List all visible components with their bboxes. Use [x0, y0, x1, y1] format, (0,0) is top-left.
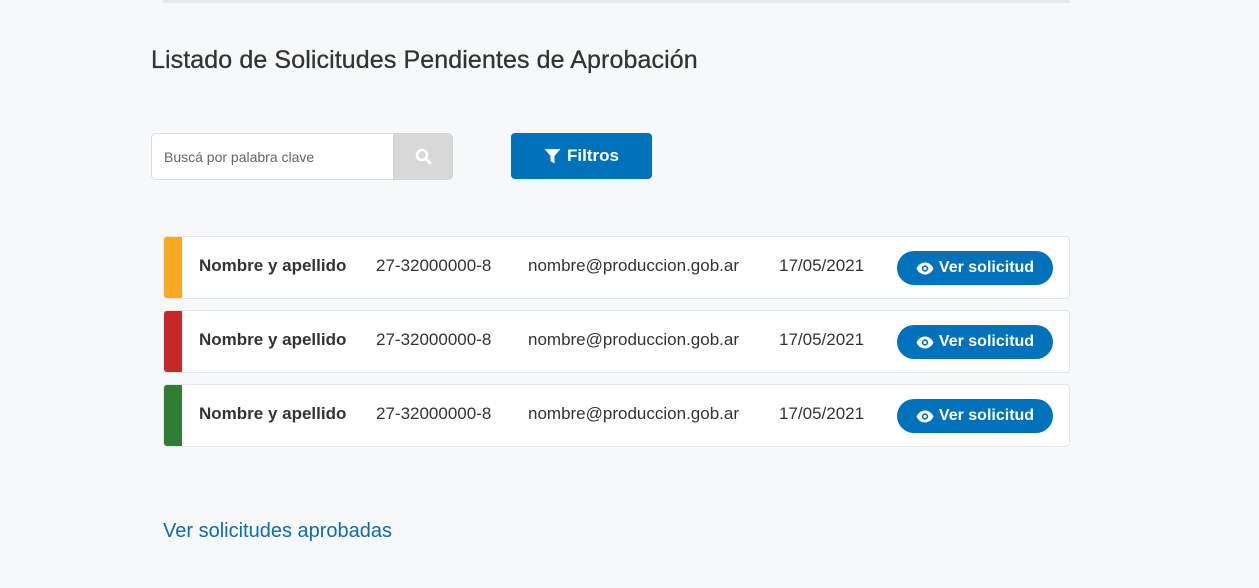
applicant-email: nombre@produccion.gob.ar	[528, 330, 739, 349]
status-indicator	[164, 385, 182, 446]
view-request-label: Ver solicitud	[938, 407, 1035, 424]
approved-requests-link[interactable]: Ver solicitudes aprobadas	[163, 520, 392, 543]
filter-icon	[544, 148, 561, 165]
status-indicator	[164, 237, 182, 298]
search-group	[151, 133, 453, 180]
filters-button[interactable]: Filtros	[511, 133, 652, 179]
search-icon	[415, 148, 432, 165]
applicant-name: Nombre y apellido	[199, 256, 347, 275]
view-request-button[interactable]: Ver solicitud	[897, 251, 1053, 285]
applicant-cuit: 27-32000000-8	[376, 256, 492, 275]
request-date: 17/05/2021	[779, 256, 865, 275]
applicant-email: nombre@produccion.gob.ar	[528, 256, 739, 275]
applicant-name: Nombre y apellido	[199, 330, 347, 349]
eye-icon	[916, 336, 934, 349]
view-request-label: Ver solicitud	[938, 259, 1035, 276]
applicant-name: Nombre y apellido	[199, 404, 347, 423]
applicant-cuit: 27-32000000-8	[376, 330, 492, 349]
status-indicator	[164, 311, 182, 372]
top-divider	[163, 0, 1070, 3]
eye-icon	[916, 262, 934, 275]
eye-icon	[916, 410, 934, 423]
request-date: 17/05/2021	[779, 404, 865, 423]
request-list: Nombre y apellido 27-32000000-8 nombre@p…	[163, 236, 1070, 458]
request-row: Nombre y apellido 27-32000000-8 nombre@p…	[163, 310, 1070, 373]
page-title: Listado de Solicitudes Pendientes de Apr…	[151, 46, 698, 74]
filters-label: Filtros	[567, 146, 619, 165]
search-input[interactable]	[151, 133, 393, 180]
view-request-button[interactable]: Ver solicitud	[897, 399, 1053, 433]
applicant-email: nombre@produccion.gob.ar	[528, 404, 739, 423]
request-row: Nombre y apellido 27-32000000-8 nombre@p…	[163, 236, 1070, 299]
request-date: 17/05/2021	[779, 330, 865, 349]
applicant-cuit: 27-32000000-8	[376, 404, 492, 423]
search-button[interactable]	[393, 133, 453, 180]
request-row: Nombre y apellido 27-32000000-8 nombre@p…	[163, 384, 1070, 447]
view-request-button[interactable]: Ver solicitud	[897, 325, 1053, 359]
view-request-label: Ver solicitud	[938, 333, 1035, 350]
page: Listado de Solicitudes Pendientes de Apr…	[0, 0, 1259, 588]
